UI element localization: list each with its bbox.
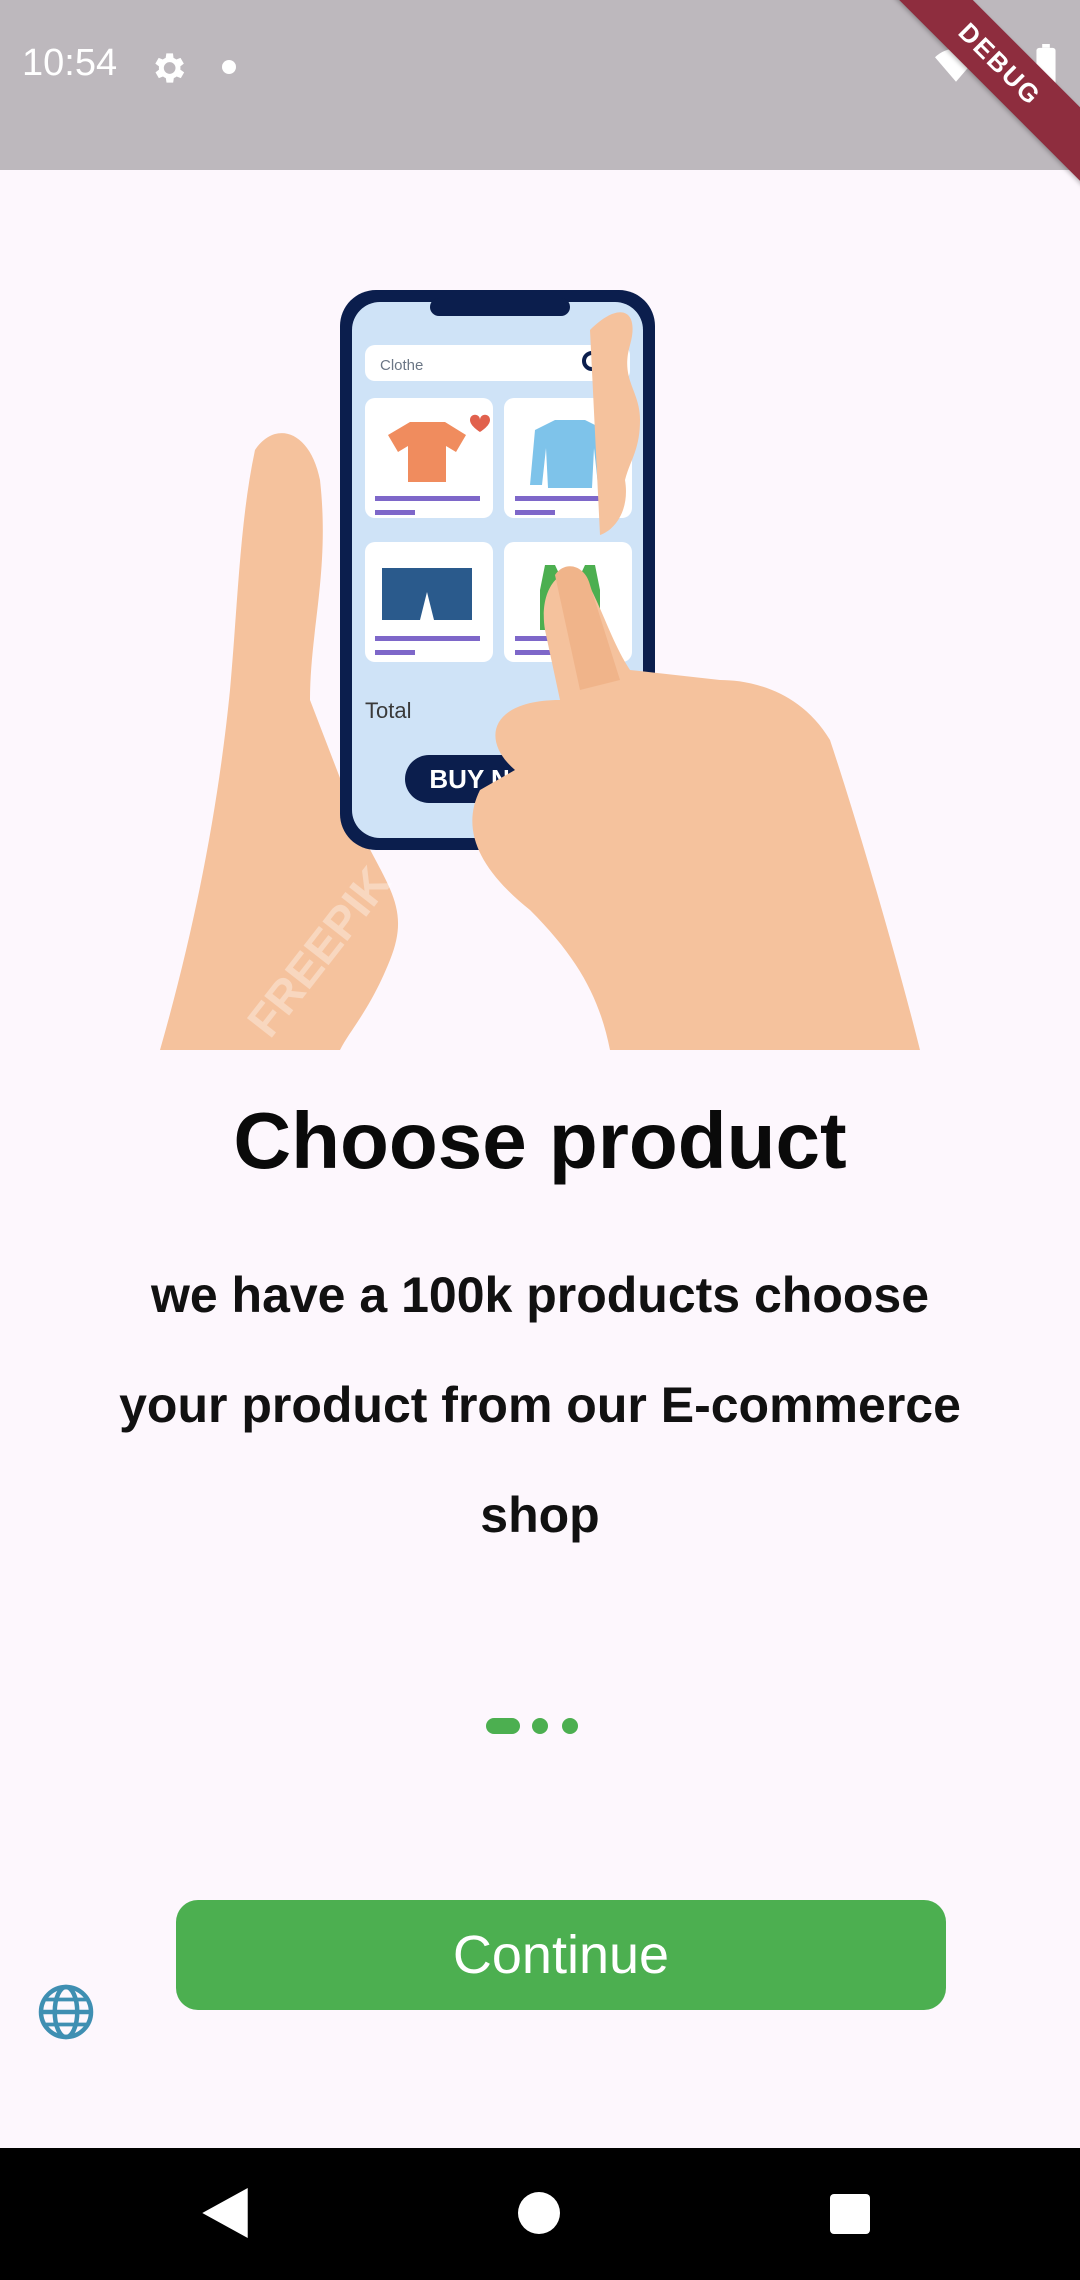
continue-button[interactable]: Continue	[176, 1900, 946, 2010]
recent-apps-icon[interactable]	[830, 2194, 870, 2234]
status-bar: 10:54 DEBUG	[0, 0, 1080, 189]
page-indicator-active	[486, 1718, 520, 1734]
page-indicator-dot	[532, 1718, 548, 1734]
total-label: Total	[365, 698, 411, 723]
search-text: Clothe	[380, 357, 423, 374]
page-title: Choose product	[233, 1096, 847, 1185]
back-icon[interactable]	[202, 2188, 248, 2238]
notification-dot	[222, 60, 236, 74]
page-indicator-dot	[562, 1718, 578, 1734]
page-indicator	[0, 1718, 1080, 1738]
system-nav-bar	[0, 2148, 1080, 2280]
phone-notch	[430, 298, 570, 316]
gear-icon	[155, 53, 185, 83]
hero-illustration: Clothe Total $ ... BUY NOW FREEPIK	[160, 290, 920, 1050]
status-time: 10:54	[22, 42, 118, 84]
page-description: we have a 100k products choose your prod…	[119, 1267, 961, 1543]
debug-ribbon: DEBUG	[875, 0, 1080, 189]
home-icon[interactable]	[518, 2192, 560, 2234]
globe-icon[interactable]	[36, 1982, 96, 2042]
